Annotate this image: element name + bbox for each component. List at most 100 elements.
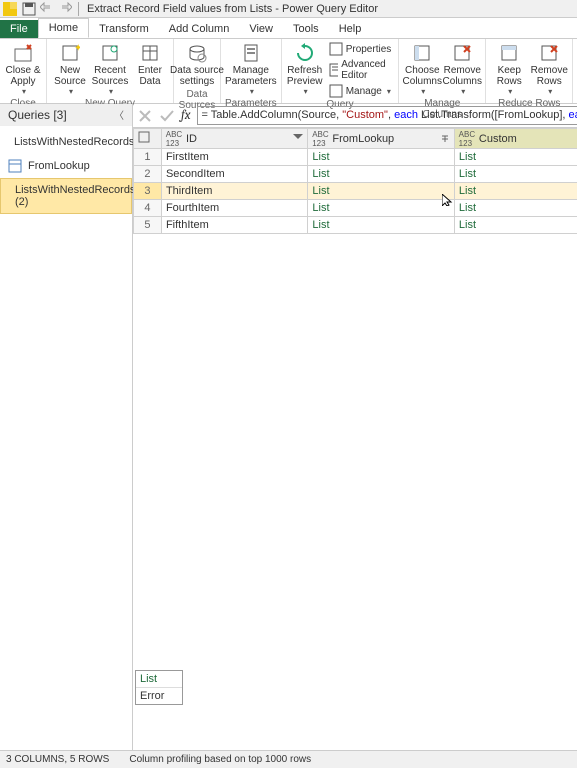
enter-data-icon: [140, 43, 160, 63]
properties-icon: [329, 42, 343, 56]
keep-rows-button[interactable]: Keep Rows: [490, 41, 528, 98]
tab-view[interactable]: View: [239, 20, 283, 38]
queries-pane: Queries [3] 〈 ListsWithNestedRecords Fro…: [0, 104, 133, 750]
row-number[interactable]: 2: [134, 166, 162, 183]
fx-label[interactable]: fx: [181, 108, 191, 123]
statusbar: 3 COLUMNS, 5 ROWS Column profiling based…: [0, 750, 577, 768]
tab-transform[interactable]: Transform: [89, 20, 159, 38]
refresh-preview-button[interactable]: Refresh Preview: [286, 41, 324, 98]
row-number[interactable]: 3: [134, 183, 162, 200]
group-new-query: ✦New Source Recent Sources Enter Data Ne…: [47, 39, 174, 103]
expand-icon[interactable]: [440, 134, 450, 144]
query-item[interactable]: ListsWithNestedRecords: [0, 130, 132, 154]
collapse-icon[interactable]: 〈: [114, 107, 124, 122]
group-query: Refresh Preview Properties Advanced Edit…: [282, 39, 400, 103]
column-header-id[interactable]: ABC123ID: [161, 129, 307, 149]
data-grid: ABC123ID ABC123FromLookup ABC123Custom 1…: [133, 128, 577, 750]
ribbon-tabs: File Home Transform Add Column View Tool…: [0, 18, 577, 38]
table-icon: [8, 159, 22, 173]
query-item[interactable]: FromLookup: [0, 154, 132, 178]
cell-custom[interactable]: List: [454, 166, 577, 183]
app-icon: [3, 2, 17, 16]
new-source-button[interactable]: ✦New Source: [51, 41, 89, 98]
refresh-icon: [295, 43, 315, 63]
tab-file[interactable]: File: [0, 20, 38, 38]
cell-fromlookup[interactable]: List: [308, 166, 454, 183]
cell-fromlookup[interactable]: List: [308, 217, 454, 234]
tab-add-column[interactable]: Add Column: [159, 20, 240, 38]
manage-icon: [329, 84, 343, 98]
cancel-icon[interactable]: [137, 108, 153, 124]
row-number[interactable]: 1: [134, 149, 162, 166]
cell-custom[interactable]: List: [454, 217, 577, 234]
manage-parameters-button[interactable]: Manage Parameters: [232, 41, 270, 98]
cell-id[interactable]: FirstItem: [161, 149, 307, 166]
choose-columns-button[interactable]: Choose Columns: [403, 41, 441, 98]
recent-sources-button[interactable]: Recent Sources: [91, 41, 129, 98]
enter-data-button[interactable]: Enter Data: [131, 41, 169, 89]
row-number[interactable]: 4: [134, 200, 162, 217]
cell-fromlookup[interactable]: List: [308, 149, 454, 166]
redo-icon[interactable]: [58, 2, 72, 16]
svg-text:✦: ✦: [74, 43, 80, 54]
advanced-editor-button[interactable]: Advanced Editor: [326, 58, 395, 82]
remove-columns-button[interactable]: Remove Columns: [443, 41, 481, 98]
cell-custom[interactable]: List: [454, 183, 577, 200]
preview-error[interactable]: Error: [136, 688, 182, 704]
query-item-selected[interactable]: ListsWithNestedRecords (2): [0, 178, 132, 214]
table-row[interactable]: 3ThirdItemListList: [134, 183, 577, 200]
cell-custom[interactable]: List: [454, 149, 577, 166]
corner-cell[interactable]: [134, 129, 162, 149]
type-icon: ABC123: [166, 133, 182, 145]
type-icon: ABC123: [312, 133, 328, 145]
table-row[interactable]: 1FirstItemListList: [134, 149, 577, 166]
column-header-custom[interactable]: ABC123Custom: [454, 129, 577, 149]
close-apply-icon: [13, 43, 33, 63]
settings-icon: [187, 43, 207, 63]
cell-id[interactable]: ThirdItem: [161, 183, 307, 200]
formula-input[interactable]: = Table.AddColumn(Source, "Custom", each…: [197, 106, 577, 125]
tab-home[interactable]: Home: [38, 18, 89, 38]
recent-sources-icon: [100, 43, 120, 63]
table-menu-icon: [138, 131, 150, 143]
main: fx = Table.AddColumn(Source, "Custom", e…: [133, 104, 577, 750]
manage-button[interactable]: Manage: [326, 83, 395, 99]
group-reduce-rows: Keep Rows Remove Rows Reduce Rows: [486, 39, 573, 103]
table-row[interactable]: 5FifthItemListList: [134, 217, 577, 234]
cell-id[interactable]: FourthItem: [161, 200, 307, 217]
parameters-icon: [241, 43, 261, 63]
filter-icon[interactable]: [293, 134, 303, 144]
status-profiling: Column profiling based on top 1000 rows: [129, 754, 311, 765]
remove-rows-icon: [539, 43, 559, 63]
close-apply-button[interactable]: Close & Apply: [4, 41, 42, 98]
group-close: Close & Apply Close: [0, 39, 47, 103]
qat-divider: [78, 2, 79, 16]
ribbon: Close & Apply Close ✦New Source Recent S…: [0, 38, 577, 104]
group-parameters: Manage Parameters Parameters: [221, 39, 282, 103]
column-header-fromlookup[interactable]: ABC123FromLookup: [308, 129, 454, 149]
remove-rows-button[interactable]: Remove Rows: [530, 41, 568, 98]
tab-tools[interactable]: Tools: [283, 20, 329, 38]
data-source-settings-button[interactable]: Data source settings: [178, 41, 216, 89]
preview-value[interactable]: List: [136, 671, 182, 688]
table-row[interactable]: 4FourthItemListList: [134, 200, 577, 217]
cell-fromlookup[interactable]: List: [308, 183, 454, 200]
cell-id[interactable]: FifthItem: [161, 217, 307, 234]
formula-bar: fx = Table.AddColumn(Source, "Custom", e…: [133, 104, 577, 128]
confirm-icon[interactable]: [159, 108, 175, 124]
group-data-sources: Data source settings Data Sources: [174, 39, 221, 103]
properties-button[interactable]: Properties: [326, 41, 395, 57]
group-manage-columns: Choose Columns Remove Columns Manage Col…: [399, 39, 486, 103]
queries-list: ListsWithNestedRecords FromLookup ListsW…: [0, 126, 132, 218]
cell-custom[interactable]: List: [454, 200, 577, 217]
undo-icon[interactable]: [40, 2, 54, 16]
table-row[interactable]: 2SecondItemListList: [134, 166, 577, 183]
cell-id[interactable]: SecondItem: [161, 166, 307, 183]
new-source-icon: ✦: [60, 43, 80, 63]
tab-help[interactable]: Help: [329, 20, 372, 38]
save-icon[interactable]: [22, 2, 36, 16]
titlebar: Extract Record Field values from Lists -…: [0, 0, 577, 18]
cell-fromlookup[interactable]: List: [308, 200, 454, 217]
window-title: Extract Record Field values from Lists -…: [87, 3, 378, 15]
row-number[interactable]: 5: [134, 217, 162, 234]
